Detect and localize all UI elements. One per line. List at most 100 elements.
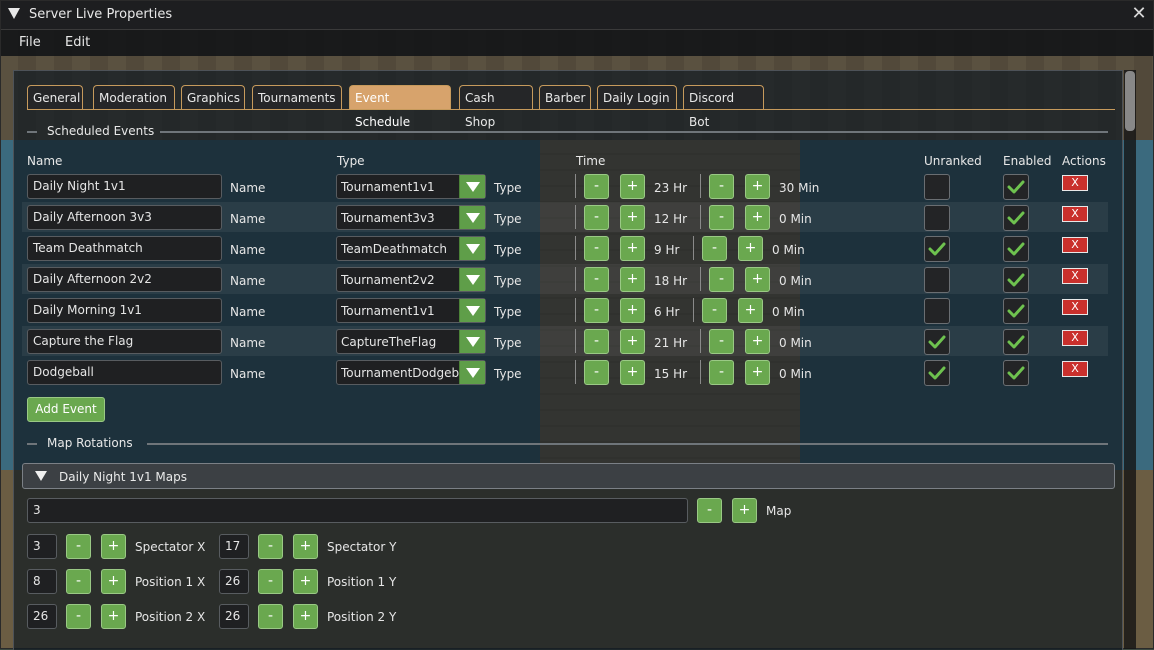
- hour-increment-button[interactable]: +: [620, 174, 645, 199]
- event-name-input[interactable]: Capture the Flag: [27, 329, 222, 354]
- hour-increment-button[interactable]: +: [620, 329, 645, 354]
- spectator-x-input[interactable]: 3: [27, 534, 57, 559]
- spectator-y-increment-button[interactable]: +: [293, 534, 318, 559]
- event-type-dropdown[interactable]: TeamDeathmatch: [336, 236, 486, 261]
- tab-barber[interactable]: Barber: [539, 85, 591, 109]
- minute-decrement-button[interactable]: -: [709, 360, 734, 385]
- event-type-dropdown[interactable]: Tournament2v2: [336, 267, 486, 292]
- position-1-y-decrement-button[interactable]: -: [258, 569, 283, 594]
- delete-event-button[interactable]: X: [1062, 299, 1088, 315]
- event-type-dropdown[interactable]: Tournament1v1: [336, 298, 486, 323]
- event-name-input[interactable]: Daily Afternoon 2v2: [27, 267, 222, 292]
- hour-increment-button[interactable]: +: [620, 360, 645, 385]
- chevron-down-icon[interactable]: [459, 330, 485, 353]
- minute-decrement-button[interactable]: -: [709, 267, 734, 292]
- hour-decrement-button[interactable]: -: [584, 360, 609, 385]
- spectator-x-decrement-button[interactable]: -: [66, 534, 91, 559]
- unranked-checkbox[interactable]: [924, 205, 950, 231]
- minute-decrement-button[interactable]: -: [709, 329, 734, 354]
- map-decrement-button[interactable]: -: [697, 498, 722, 523]
- unranked-checkbox[interactable]: [924, 174, 950, 200]
- delete-event-button[interactable]: X: [1062, 361, 1088, 377]
- unranked-checkbox[interactable]: [924, 298, 950, 324]
- delete-event-button[interactable]: X: [1062, 330, 1088, 346]
- unranked-checkbox[interactable]: [924, 236, 950, 262]
- scrollbar[interactable]: [1124, 70, 1136, 649]
- event-type-dropdown[interactable]: Tournament1v1: [336, 174, 486, 199]
- hour-decrement-button[interactable]: -: [584, 236, 609, 261]
- position-1-x-decrement-button[interactable]: -: [66, 569, 91, 594]
- delete-event-button[interactable]: X: [1062, 206, 1088, 222]
- minute-increment-button[interactable]: +: [738, 236, 763, 261]
- minute-decrement-button[interactable]: -: [702, 298, 727, 323]
- minute-decrement-button[interactable]: -: [702, 236, 727, 261]
- enabled-checkbox[interactable]: [1003, 329, 1029, 355]
- minute-increment-button[interactable]: +: [745, 205, 770, 230]
- event-type-dropdown[interactable]: CaptureTheFlag: [336, 329, 486, 354]
- minute-increment-button[interactable]: +: [745, 360, 770, 385]
- tab-general[interactable]: General: [27, 85, 83, 109]
- position-2-y-increment-button[interactable]: +: [293, 604, 318, 629]
- tab-moderation[interactable]: Moderation: [93, 85, 175, 109]
- event-name-input[interactable]: Daily Afternoon 3v3: [27, 205, 222, 230]
- position-1-x-input[interactable]: 8: [27, 569, 57, 594]
- position-1-y-input[interactable]: 26: [219, 569, 249, 594]
- minute-increment-button[interactable]: +: [745, 329, 770, 354]
- event-type-dropdown[interactable]: Tournament3v3: [336, 205, 486, 230]
- map-increment-button[interactable]: +: [732, 498, 757, 523]
- position-1-x-increment-button[interactable]: +: [101, 569, 126, 594]
- position-2-x-decrement-button[interactable]: -: [66, 604, 91, 629]
- chevron-down-icon[interactable]: [459, 299, 485, 322]
- enabled-checkbox[interactable]: [1003, 174, 1029, 200]
- add-event-button[interactable]: Add Event: [27, 397, 105, 422]
- event-name-input[interactable]: Daily Night 1v1: [27, 174, 222, 199]
- tab-graphics[interactable]: Graphics: [181, 85, 245, 109]
- tab-event-schedule[interactable]: Event Schedule: [349, 85, 451, 129]
- position-2-y-decrement-button[interactable]: -: [258, 604, 283, 629]
- tab-daily-login[interactable]: Daily Login: [597, 85, 677, 109]
- menu-edit[interactable]: Edit: [65, 35, 90, 50]
- enabled-checkbox[interactable]: [1003, 360, 1029, 386]
- chevron-down-icon[interactable]: [459, 268, 485, 291]
- event-name-input[interactable]: Daily Morning 1v1: [27, 298, 222, 323]
- event-type-dropdown[interactable]: TournamentDodgeball: [336, 360, 486, 385]
- daily-night-maps-header[interactable]: Daily Night 1v1 Maps: [22, 463, 1115, 489]
- chevron-down-icon[interactable]: [459, 237, 485, 260]
- tab-discord-bot[interactable]: Discord Bot: [683, 85, 764, 129]
- unranked-checkbox[interactable]: [924, 360, 950, 386]
- enabled-checkbox[interactable]: [1003, 267, 1029, 293]
- enabled-checkbox[interactable]: [1003, 236, 1029, 262]
- hour-decrement-button[interactable]: -: [584, 205, 609, 230]
- hour-increment-button[interactable]: +: [620, 298, 645, 323]
- minute-increment-button[interactable]: +: [738, 298, 763, 323]
- position-1-y-increment-button[interactable]: +: [293, 569, 318, 594]
- close-icon[interactable]: ✕: [1129, 4, 1149, 24]
- spectator-x-increment-button[interactable]: +: [101, 534, 126, 559]
- chevron-down-icon[interactable]: [459, 175, 485, 198]
- hour-increment-button[interactable]: +: [620, 205, 645, 230]
- enabled-checkbox[interactable]: [1003, 205, 1029, 231]
- scrollbar-thumb[interactable]: [1125, 71, 1135, 131]
- delete-event-button[interactable]: X: [1062, 175, 1088, 191]
- chevron-down-icon[interactable]: [459, 361, 485, 384]
- spectator-y-input[interactable]: 17: [219, 534, 249, 559]
- minute-decrement-button[interactable]: -: [709, 205, 734, 230]
- minute-increment-button[interactable]: +: [745, 174, 770, 199]
- event-name-input[interactable]: Team Deathmatch: [27, 236, 222, 261]
- map-input[interactable]: 3: [27, 498, 688, 523]
- delete-event-button[interactable]: X: [1062, 237, 1088, 253]
- tab-cash-shop[interactable]: Cash Shop: [459, 85, 533, 129]
- position-2-x-input[interactable]: 26: [27, 604, 57, 629]
- position-2-x-increment-button[interactable]: +: [101, 604, 126, 629]
- hour-decrement-button[interactable]: -: [584, 267, 609, 292]
- hour-decrement-button[interactable]: -: [584, 329, 609, 354]
- unranked-checkbox[interactable]: [924, 267, 950, 293]
- delete-event-button[interactable]: X: [1062, 268, 1088, 284]
- hour-increment-button[interactable]: +: [620, 236, 645, 261]
- enabled-checkbox[interactable]: [1003, 298, 1029, 324]
- minute-increment-button[interactable]: +: [745, 267, 770, 292]
- hour-increment-button[interactable]: +: [620, 267, 645, 292]
- event-name-input[interactable]: Dodgeball: [27, 360, 222, 385]
- menu-file[interactable]: File: [19, 35, 41, 50]
- spectator-y-decrement-button[interactable]: -: [258, 534, 283, 559]
